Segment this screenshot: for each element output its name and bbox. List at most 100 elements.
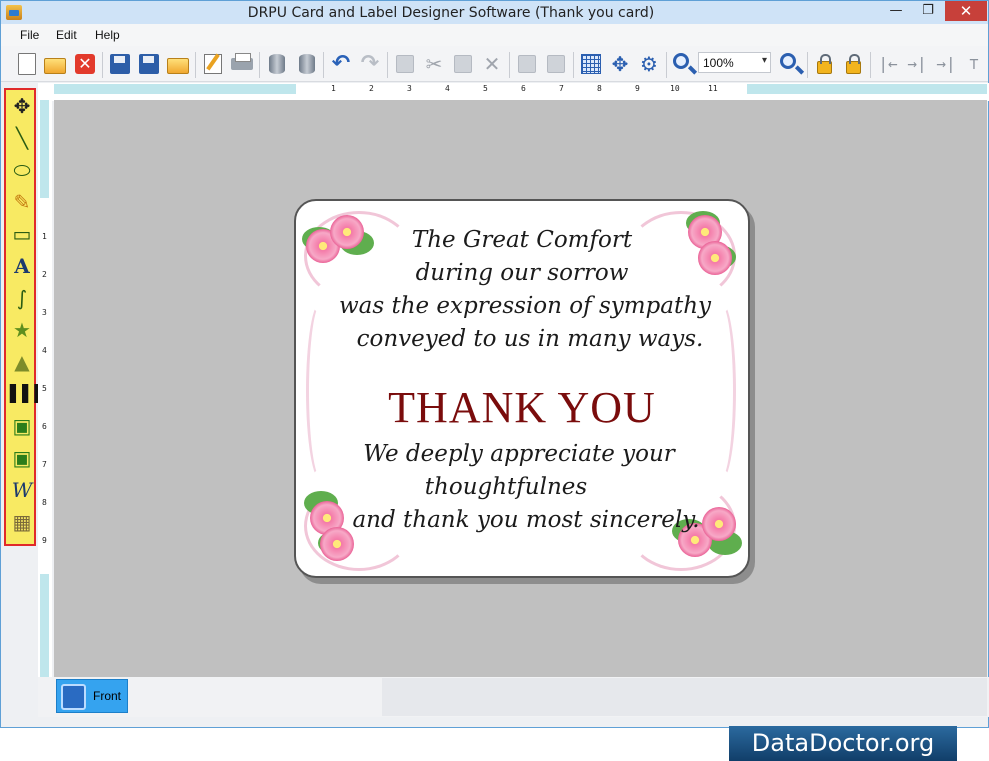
picture-library-icon: ▣: [12, 446, 32, 470]
align-left-button[interactable]: |←: [876, 52, 900, 76]
delete-icon: ✕: [483, 52, 501, 76]
triangle-tool[interactable]: ▲: [10, 350, 34, 374]
card-headline: THANK YOU: [388, 383, 656, 432]
card-message-line: The Great Comfort: [411, 227, 633, 253]
close-button[interactable]: ✕: [945, 1, 987, 21]
pencil-icon: ✎: [13, 190, 31, 214]
card-message-line: was the expression of sympathy: [338, 293, 712, 319]
toolbar-separator: [259, 52, 260, 78]
picture-icon: ▣: [12, 414, 32, 438]
fit-page-button[interactable]: ✥: [608, 52, 632, 76]
menu-edit[interactable]: Edit: [56, 28, 77, 42]
align-left-icon: |←: [878, 54, 898, 73]
toolbar-separator: [323, 52, 324, 78]
toolbar-separator: [573, 52, 574, 78]
zoom-in-button[interactable]: [671, 52, 695, 76]
ruler-tick-label: 7: [559, 84, 564, 93]
save-icon: [110, 54, 130, 74]
ruler-tick-label: 1: [331, 84, 336, 93]
star-tool[interactable]: ★: [10, 318, 34, 342]
grid-button[interactable]: [579, 52, 603, 76]
pencil-tool[interactable]: ✎: [10, 190, 34, 214]
left-ruler: 1 2 3 4 5 6 7 8 9: [40, 198, 49, 574]
ruler-tick-label: 9: [42, 536, 47, 545]
save-as-button[interactable]: [137, 52, 161, 76]
align-right-button[interactable]: →|: [934, 52, 958, 76]
title-bar: DRPU Card and Label Designer Software (T…: [1, 1, 988, 24]
delete-button[interactable]: ✕: [480, 52, 504, 76]
ruler-tick-label: 7: [42, 460, 47, 469]
bring-forward-button[interactable]: [515, 52, 539, 76]
barcode-tool[interactable]: ▌▌▌: [10, 382, 47, 406]
page-tab-bar-filler: [382, 678, 987, 716]
card-message-line: and thank you most sincerely.: [352, 507, 700, 533]
ellipse-tool[interactable]: ⬭: [10, 158, 34, 182]
toolbar: ✕ ↶ ↷ ✂ ✕ ✥ ⚙ |← →|← →| ⊤: [1, 46, 988, 97]
minimize-button[interactable]: —: [881, 1, 911, 21]
unlock-button[interactable]: [841, 52, 865, 76]
card-message-line: conveyed to us in many ways.: [356, 326, 704, 352]
save-as-icon: [139, 54, 159, 74]
lock-button[interactable]: [812, 52, 836, 76]
rectangle-icon: ▭: [12, 222, 32, 246]
watermark-tool[interactable]: ▦: [10, 510, 34, 534]
gear-icon: ⚙: [640, 52, 658, 76]
close-document-button[interactable]: ✕: [73, 52, 97, 76]
open-folder-icon: [44, 58, 66, 74]
database-add-button[interactable]: [265, 52, 289, 76]
align-top-button[interactable]: ⊤: [962, 52, 986, 76]
edit-button[interactable]: [201, 52, 225, 76]
maximize-button[interactable]: ❐: [913, 1, 943, 21]
line-tool[interactable]: ╲: [10, 126, 34, 150]
menu-file[interactable]: File: [20, 28, 39, 42]
top-ruler: 1 2 3 4 5 6 7 8 9 10 11: [296, 84, 747, 94]
drawing-tools-palette: ✥ ╲ ⬭ ✎ ▭ A ∫ ★ ▲ ▌▌▌ ▣ ▣ W ▦: [4, 88, 47, 546]
wordart-tool[interactable]: W: [10, 478, 34, 502]
image-tool[interactable]: ▣: [10, 414, 34, 438]
print-button[interactable]: [230, 52, 254, 76]
zoom-out-button[interactable]: [778, 52, 802, 76]
triangle-icon: ▲: [14, 350, 30, 374]
toolbar-separator: [387, 52, 388, 78]
menu-help[interactable]: Help: [95, 28, 120, 42]
settings-button[interactable]: ⚙: [637, 52, 661, 76]
select-tool[interactable]: ✥: [10, 94, 34, 118]
datadoctor-watermark: DataDoctor.org: [729, 726, 957, 761]
align-center-button[interactable]: →|←: [905, 52, 929, 97]
zoom-out-icon: [780, 53, 796, 69]
ruler-tick-label: 3: [42, 308, 47, 317]
ruler-tick-label: 5: [483, 84, 488, 93]
tab-front[interactable]: Front: [56, 679, 128, 713]
unlock-icon: [846, 54, 861, 74]
ruler-tick-label: 6: [521, 84, 526, 93]
export-folder-icon: [167, 58, 189, 74]
cut-button[interactable]: ✂: [422, 52, 446, 76]
copy-button[interactable]: [393, 52, 417, 76]
image-library-tool[interactable]: ▣: [10, 446, 34, 470]
new-button[interactable]: [15, 52, 39, 76]
curve-tool[interactable]: ∫: [10, 286, 34, 310]
text-tool[interactable]: A: [10, 254, 34, 278]
ruler-tick-label: 5: [42, 384, 47, 393]
open-button[interactable]: [43, 52, 67, 76]
curve-icon: ∫: [16, 286, 28, 310]
ruler-tick-label: 8: [597, 84, 602, 93]
text-a-icon: A: [14, 254, 30, 278]
export-button[interactable]: [166, 52, 190, 76]
paste-button[interactable]: [451, 52, 475, 76]
zoom-select[interactable]: 100%: [698, 52, 771, 73]
undo-button[interactable]: ↶: [329, 52, 353, 76]
toolbar-separator: [509, 52, 510, 78]
ruler-tick-label: 2: [369, 84, 374, 93]
bring-forward-icon: [518, 55, 536, 73]
printer-icon: [231, 53, 253, 70]
redo-button[interactable]: ↷: [358, 52, 382, 76]
database-button[interactable]: [295, 52, 319, 76]
thank-you-card[interactable]: The Great Comfort during our sorrow was …: [294, 199, 750, 578]
align-top-icon: ⊤: [969, 54, 979, 73]
send-backward-button[interactable]: [544, 52, 568, 76]
ruler-tick-label: 3: [407, 84, 412, 93]
save-button[interactable]: [108, 52, 132, 76]
rectangle-tool[interactable]: ▭: [10, 222, 34, 246]
redo-icon: ↷: [360, 51, 380, 76]
